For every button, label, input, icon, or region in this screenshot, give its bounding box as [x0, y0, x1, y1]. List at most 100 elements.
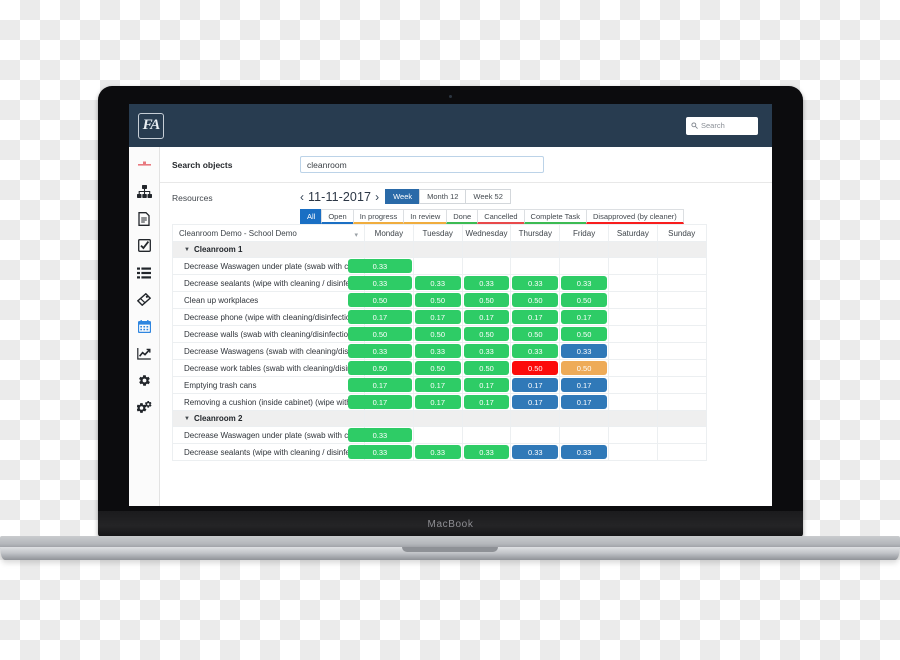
task-chip[interactable]: 0.50	[512, 293, 559, 307]
schedule-cell[interactable]	[607, 359, 658, 377]
table-row[interactable]: Decrease Waswagen under plate (swab with…	[172, 257, 707, 275]
task-chip[interactable]: 0.17	[414, 395, 461, 409]
task-chip[interactable]: 0.17	[348, 378, 412, 392]
schedule-cell[interactable]	[412, 426, 463, 444]
filter-tab-7[interactable]: Disapproved (by cleaner)	[586, 209, 684, 224]
app-logo[interactable]: FA	[138, 112, 164, 139]
task-chip[interactable]: 0.17	[561, 310, 607, 324]
schedule-cell[interactable]	[656, 325, 707, 343]
schedule-cell[interactable]: 0.33	[348, 342, 414, 360]
task-chip[interactable]: 0.33	[414, 276, 461, 290]
schedule-cell[interactable]: 0.33	[559, 342, 609, 360]
sidebar-item-calendar[interactable]	[133, 318, 155, 335]
schedule-cell[interactable]	[656, 359, 707, 377]
chevron-right-icon[interactable]: ›	[375, 191, 379, 203]
schedule-cell[interactable]	[607, 308, 658, 326]
global-search-box[interactable]: Search	[686, 116, 758, 135]
filter-tab-1[interactable]: Open	[321, 209, 354, 224]
schedule-cell[interactable]: 0.17	[510, 308, 561, 326]
schedule-cell[interactable]	[461, 426, 512, 444]
task-chip[interactable]: 0.17	[414, 310, 461, 324]
schedule-cell[interactable]: 0.33	[510, 342, 561, 360]
task-chip[interactable]: 0.33	[512, 344, 559, 358]
schedule-cell[interactable]	[607, 257, 658, 275]
schedule-cell[interactable]	[656, 308, 707, 326]
schedule-cell[interactable]	[656, 376, 707, 394]
filter-tab-5[interactable]: Cancelled	[477, 209, 525, 224]
schedule-cell[interactable]	[656, 274, 707, 292]
table-row[interactable]: Clean up workplaces 0.50 0.50 0.50 0.50 0.50	[172, 291, 707, 309]
task-chip[interactable]: 0.33	[348, 276, 412, 290]
schedule-cell[interactable]: 0.50	[412, 359, 463, 377]
sidebar-item-lists[interactable]	[133, 264, 155, 281]
task-chip[interactable]: 0.17	[512, 310, 559, 324]
schedule-cell[interactable]	[656, 393, 707, 411]
task-chip[interactable]: 0.33	[414, 445, 461, 459]
schedule-cell[interactable]: 0.17	[348, 308, 414, 326]
schedule-cell[interactable]: 0.50	[461, 291, 512, 309]
table-row[interactable]: Decrease phone (wipe with cleaning/disin…	[172, 308, 707, 326]
schedule-cell[interactable]	[559, 426, 609, 444]
sidebar-item-tags[interactable]	[133, 291, 155, 308]
table-row[interactable]: Emptying trash cans 0.17 0.17 0.17 0.17 0.17	[172, 376, 707, 394]
schedule-cell[interactable]: 0.50	[510, 291, 561, 309]
schedule-cell[interactable]: 0.50	[461, 359, 512, 377]
schedule-cell[interactable]: 0.33	[412, 274, 463, 292]
task-chip[interactable]: 0.33	[561, 276, 607, 290]
table-row[interactable]: Decrease Waswagens (swab with cleaning/d…	[172, 342, 707, 360]
task-chip[interactable]: 0.17	[463, 310, 510, 324]
task-chip[interactable]: 0.50	[414, 293, 461, 307]
schedule-cell[interactable]: 0.50	[412, 291, 463, 309]
schedule-cell[interactable]: 0.50	[510, 325, 561, 343]
task-chip[interactable]: 0.33	[561, 344, 607, 358]
task-chip[interactable]: 0.50	[414, 327, 461, 341]
range-button-2[interactable]: Week 52	[465, 189, 511, 204]
schedule-cell[interactable]: 0.33	[461, 342, 512, 360]
schedule-cell[interactable]: 0.33	[412, 443, 463, 461]
schedule-cell[interactable]: 0.50	[559, 325, 609, 343]
sidebar-item-organization[interactable]	[133, 183, 155, 200]
range-button-0[interactable]: Week	[385, 189, 421, 204]
schedule-cell[interactable]	[510, 426, 561, 444]
schedule-cell[interactable]: 0.17	[461, 308, 512, 326]
schedule-cell[interactable]: 0.33	[559, 274, 609, 292]
schedule-cell[interactable]	[656, 291, 707, 309]
filter-tab-2[interactable]: In progress	[352, 209, 405, 224]
filter-tab-6[interactable]: Complete Task	[523, 209, 588, 224]
schedule-cell[interactable]: 0.33	[348, 443, 414, 461]
schedule-cell[interactable]: 0.17	[510, 376, 561, 394]
schedule-cell[interactable]	[607, 376, 658, 394]
schedule-cell[interactable]: 0.17	[461, 393, 512, 411]
task-chip[interactable]: 0.50	[348, 327, 412, 341]
schedule-cell[interactable]	[607, 443, 658, 461]
schedule-cell[interactable]	[461, 257, 512, 275]
filter-tab-4[interactable]: Done	[446, 209, 479, 224]
schedule-cell[interactable]: 0.50	[348, 359, 414, 377]
schedule-cell[interactable]: 0.50	[461, 325, 512, 343]
schedule-cell[interactable]	[656, 342, 707, 360]
task-chip[interactable]: 0.17	[512, 395, 559, 409]
schedule-cell[interactable]: 0.17	[461, 376, 512, 394]
task-chip[interactable]: 0.33	[463, 445, 510, 459]
schedule-cell[interactable]	[412, 257, 463, 275]
task-chip[interactable]: 0.17	[414, 378, 461, 392]
schedule-table-container[interactable]: Cleanroom Demo - School Demo ▾ Monday Tue…	[160, 224, 772, 506]
task-chip[interactable]: 0.17	[348, 310, 412, 324]
schedule-cell[interactable]: 0.33	[559, 443, 609, 461]
filter-tab-0[interactable]: All	[300, 209, 323, 224]
task-chip[interactable]: 0.17	[348, 395, 412, 409]
schedule-cell[interactable]: 0.17	[559, 376, 609, 394]
search-objects-input[interactable]: cleanroom	[300, 156, 544, 173]
object-column-header[interactable]: Cleanroom Demo - School Demo ▾	[172, 224, 365, 242]
schedule-cell[interactable]	[656, 257, 707, 275]
task-chip[interactable]: 0.50	[512, 327, 559, 341]
schedule-cell[interactable]: 0.33	[348, 426, 414, 444]
schedule-cell[interactable]: 0.33	[461, 443, 512, 461]
task-chip[interactable]: 0.17	[561, 378, 607, 392]
schedule-cell[interactable]: 0.17	[559, 308, 609, 326]
task-chip[interactable]: 0.33	[512, 276, 559, 290]
schedule-cell[interactable]	[656, 426, 707, 444]
schedule-cell[interactable]: 0.17	[412, 308, 463, 326]
task-chip[interactable]: 0.50	[348, 361, 412, 375]
schedule-cell[interactable]: 0.50	[348, 325, 414, 343]
